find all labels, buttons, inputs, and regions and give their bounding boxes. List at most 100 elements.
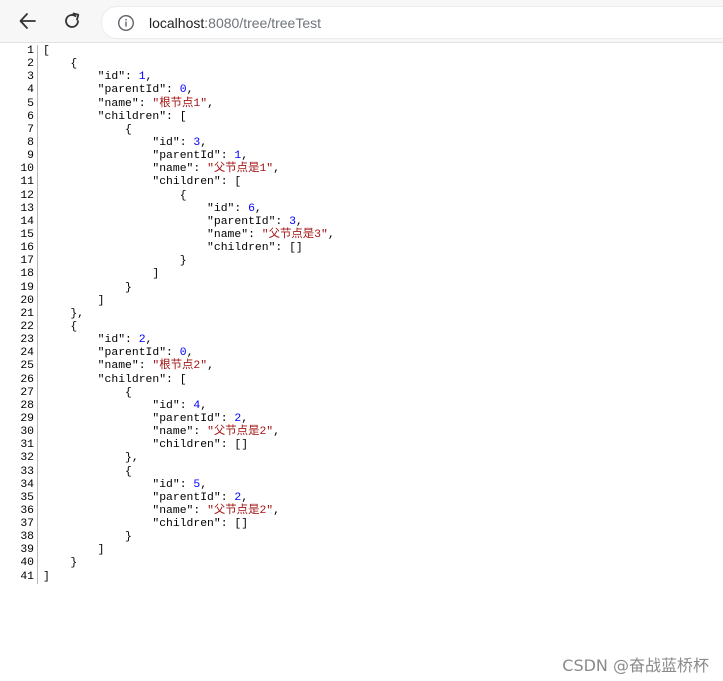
code-line: 36 "name": "父节点是2", (0, 504, 723, 519)
address-bar[interactable]: localhost:8080/tree/treeTest (101, 6, 723, 39)
line-content: "children": [ (43, 373, 187, 386)
line-content: "parentId": 2, (43, 412, 249, 425)
code-line: 23 "id": 2, (0, 334, 723, 348)
back-button[interactable] (12, 6, 44, 36)
line-number: 36 (20, 504, 34, 517)
line-number: 24 (20, 347, 34, 360)
line-content: "id": 1, (43, 71, 153, 84)
line-number: 8 (27, 136, 34, 149)
line-content: "children": [ (43, 176, 242, 189)
code-line: 16 "children": [] (0, 242, 723, 256)
line-content: }, (43, 307, 85, 320)
line-content: "name": "父节点是3", (43, 228, 335, 241)
code-line: 38 } (0, 531, 723, 545)
line-content: "name": "父节点是2", (43, 426, 280, 439)
line-number: 31 (20, 439, 34, 452)
line-content: { (43, 465, 132, 478)
gutter-divider (37, 242, 38, 256)
line-number: 38 (20, 531, 34, 544)
line-number: 11 (20, 176, 34, 189)
reload-button[interactable] (56, 6, 88, 36)
line-content: "parentId": 1, (43, 150, 249, 163)
line-number: 7 (27, 123, 34, 136)
gutter-divider (37, 504, 38, 519)
gutter-divider (37, 268, 38, 282)
gutter-divider (37, 478, 38, 492)
gutter-divider (37, 386, 38, 400)
code-line: 28 "id": 4, (0, 399, 723, 413)
line-number: 22 (20, 320, 34, 333)
line-number: 25 (20, 360, 34, 373)
gutter-divider (37, 412, 38, 427)
info-circle-icon[interactable] (117, 14, 135, 32)
code-line: 8 "id": 3, (0, 136, 723, 151)
code-line: 5 "name": "根节点1", (0, 97, 723, 111)
line-number: 13 (20, 202, 34, 215)
line-number: 35 (20, 491, 34, 504)
line-content: "id": 3, (43, 136, 208, 149)
code-line: 34 "id": 5, (0, 478, 723, 492)
line-content: [ (43, 45, 50, 57)
gutter-divider (37, 320, 38, 335)
line-number: 6 (27, 110, 34, 123)
line-number: 2 (27, 58, 34, 71)
line-number: 39 (20, 544, 34, 557)
line-number: 4 (27, 84, 34, 97)
line-content: "id": 5, (43, 478, 208, 491)
line-content: ] (43, 570, 50, 583)
line-number: 40 (20, 557, 34, 570)
gutter-divider (37, 123, 38, 137)
gutter-divider (37, 334, 38, 348)
code-line: 7 { (0, 123, 723, 137)
code-line: 21 }, (0, 307, 723, 321)
line-content: "id": 2, (43, 334, 153, 347)
line-number: 37 (20, 518, 34, 531)
line-number: 20 (20, 294, 34, 307)
gutter-divider (37, 426, 38, 440)
line-number: 12 (20, 189, 34, 202)
code-line: 15 "name": "父节点是3", (0, 228, 723, 243)
line-content: "name": "根节点2", (43, 360, 214, 373)
gutter-divider (37, 45, 38, 59)
line-number: 27 (20, 386, 34, 399)
line-content: }, (43, 452, 139, 465)
line-content: "id": 4, (43, 399, 208, 412)
line-content: { (43, 58, 78, 71)
code-line: 41] (0, 570, 723, 584)
code-line: 29 "parentId": 2, (0, 412, 723, 427)
line-number: 32 (20, 452, 34, 465)
gutter-divider (37, 215, 38, 229)
line-content: { (43, 320, 78, 333)
gutter-divider (37, 439, 38, 453)
line-number: 33 (20, 465, 34, 478)
line-number: 18 (20, 268, 34, 281)
gutter-divider (37, 228, 38, 243)
code-line: 22 { (0, 320, 723, 335)
line-content: } (43, 281, 132, 294)
gutter-divider (37, 136, 38, 151)
line-content: "children": [] (43, 242, 303, 255)
gutter-divider (37, 97, 38, 111)
gutter-divider (37, 176, 38, 190)
code-line: 17 } (0, 255, 723, 269)
code-line: 20 ] (0, 294, 723, 308)
gutter-divider (37, 189, 38, 203)
line-number: 3 (27, 71, 34, 84)
code-line: 11 "children": [ (0, 176, 723, 190)
line-number: 15 (20, 228, 34, 241)
url-path: :8080/tree/treeTest (204, 14, 322, 31)
gutter-divider (37, 58, 38, 72)
line-content: "id": 6, (43, 202, 262, 215)
code-line: 40 } (0, 557, 723, 571)
url-text[interactable]: localhost:8080/tree/treeTest (149, 15, 321, 31)
line-number: 34 (20, 478, 34, 491)
code-line: 31 "children": [] (0, 439, 723, 453)
line-number: 28 (20, 399, 34, 412)
gutter-divider (37, 71, 38, 85)
line-content: "name": "根节点1", (43, 97, 214, 110)
watermark: CSDN @奋战蓝桥杯 (562, 656, 709, 675)
line-content: "name": "父节点是1", (43, 163, 280, 176)
code-line: 14 "parentId": 3, (0, 215, 723, 229)
code-line: 2 { (0, 58, 723, 72)
line-number: 10 (20, 163, 34, 176)
